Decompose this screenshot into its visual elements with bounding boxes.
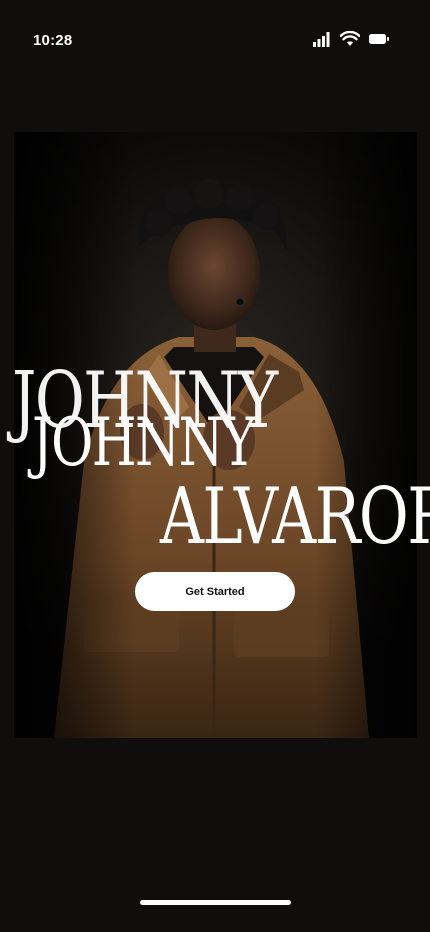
battery-icon (368, 32, 390, 46)
get-started-button[interactable]: Get Started (135, 572, 295, 611)
status-bar: 10:28 (0, 0, 430, 84)
status-icons (312, 31, 390, 47)
status-time: 10:28 (33, 32, 73, 49)
last-name-text: ALVAROR (160, 472, 430, 562)
wifi-icon (340, 31, 360, 47)
cellular-signal-icon (312, 31, 332, 47)
onboarding-screen: 10:28 JOHNNY JOHNNY ALVAROR Get Started (0, 0, 430, 932)
first-name-text: JOHNNY (32, 404, 256, 481)
home-indicator[interactable] (140, 900, 291, 905)
